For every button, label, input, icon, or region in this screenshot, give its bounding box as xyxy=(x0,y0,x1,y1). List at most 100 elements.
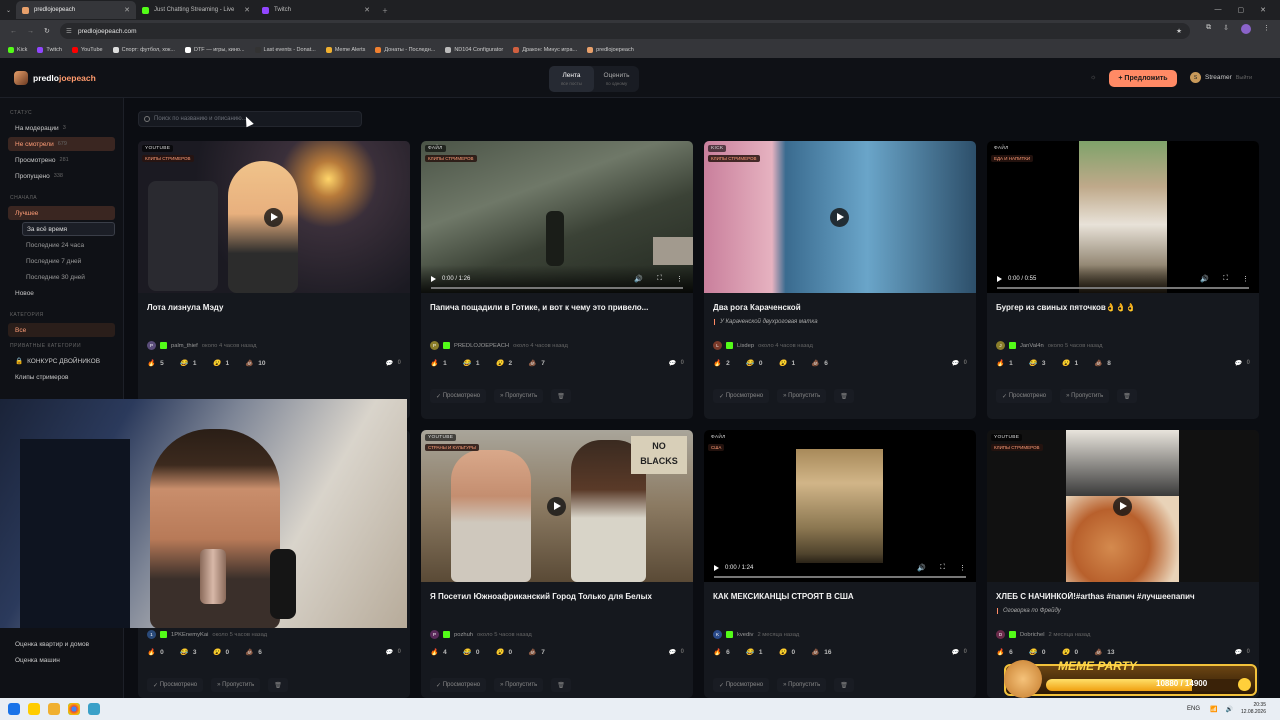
comments-button[interactable]: 💬 0 xyxy=(385,649,401,656)
forward-icon[interactable]: → xyxy=(27,28,34,35)
reaction-wow-button[interactable]: 😮 1 xyxy=(778,359,795,368)
play-icon[interactable] xyxy=(997,276,1002,282)
bookmark-item[interactable]: Дракон: Минус игра... xyxy=(513,47,577,53)
skip-button[interactable]: » Пропустить xyxy=(494,389,544,403)
wifi-icon[interactable]: 📶 xyxy=(1210,706,1217,713)
window-close-icon[interactable]: ✕ xyxy=(1260,6,1266,14)
period-7d[interactable]: Последние 7 дней xyxy=(22,254,115,268)
reaction-fire-button[interactable]: 🔥 1 xyxy=(430,359,447,368)
mark-watched-button[interactable]: ✓ Просмотрено xyxy=(147,678,204,692)
trash-icon[interactable]: 🗑 xyxy=(551,389,571,403)
site-info-icon[interactable]: ☰ xyxy=(66,27,72,35)
post-card[interactable]: KICK КЛИПЫ СТРИМЕРОВ Два рога Караченско… xyxy=(704,141,976,419)
reaction-laugh-button[interactable]: 😂 3 xyxy=(180,648,197,657)
trash-icon[interactable]: 🗑 xyxy=(1117,389,1137,403)
reaction-poop-button[interactable]: 💩 13 xyxy=(1094,648,1114,657)
reaction-fire-button[interactable]: 🔥 6 xyxy=(713,648,730,657)
author-name[interactable]: palm_thief xyxy=(171,343,198,349)
browser-menu-icon[interactable]: ⋮ xyxy=(1263,24,1270,34)
maximize-icon[interactable]: ▢ xyxy=(1238,6,1245,14)
category-contest[interactable]: 🔒 КОНКУРС ДВОЙНИКОВ xyxy=(8,354,115,368)
windows-start-icon[interactable] xyxy=(8,703,20,715)
post-title[interactable]: ХЛЕБ С НАЧИНКОЙ!#arthas #папич #лучшеепа… xyxy=(996,592,1251,601)
comments-button[interactable]: 💬 0 xyxy=(1234,649,1250,656)
author-name[interactable]: 1PKEnemyKai xyxy=(171,632,208,638)
video-thumbnail[interactable]: YOUTUBE КЛИПЫ СТРИМЕРОВ xyxy=(987,430,1259,582)
video-thumbnail[interactable]: YOUTUBE КЛИПЫ СТРИМЕРОВ xyxy=(138,141,410,293)
reaction-wow-button[interactable]: 😮 1 xyxy=(212,359,229,368)
author-name[interactable]: Dobrichel xyxy=(1020,632,1045,638)
bookmark-item[interactable]: DTF — игры, кино... xyxy=(184,47,245,53)
video-player[interactable]: ФАЙЛ США 0:00 / 1:24 🔊 ⛶ ⋮ xyxy=(704,430,976,582)
reaction-wow-button[interactable]: 😮 0 xyxy=(1061,648,1078,657)
comments-button[interactable]: 💬 0 xyxy=(951,360,967,367)
reaction-wow-button[interactable]: 😮 0 xyxy=(778,648,795,657)
sidebar-item-best[interactable]: Лучшее xyxy=(8,206,115,220)
bookmark-item[interactable]: Kick xyxy=(8,47,27,53)
video-player[interactable]: ФАЙЛ КЛИПЫ СТРИМЕРОВ 0:00 / 1:26 🔊 ⛶ ⋮ xyxy=(421,141,693,293)
post-title[interactable]: КАК МЕКСИКАНЦЫ СТРОЯТ В США xyxy=(713,592,968,601)
post-title[interactable]: Папича пощадили в Готике, и вот к чему э… xyxy=(430,303,685,312)
reaction-poop-button[interactable]: 💩 8 xyxy=(1094,359,1111,368)
trash-icon[interactable]: 🗑 xyxy=(551,678,571,692)
comments-button[interactable]: 💬 0 xyxy=(1234,360,1250,367)
close-tab-icon[interactable]: ✕ xyxy=(244,6,250,14)
author-name[interactable]: kvediv xyxy=(737,632,753,638)
browser-tab-2[interactable]: Just Chatting Streaming - Live ✕ xyxy=(136,1,256,19)
reaction-fire-button[interactable]: 🔥 5 xyxy=(147,359,164,368)
site-logo[interactable]: predlojoepeach xyxy=(14,71,96,85)
category-cars[interactable]: Оценка машин xyxy=(8,653,116,667)
yandex-icon[interactable] xyxy=(28,703,40,715)
category-all[interactable]: Все xyxy=(8,323,115,337)
more-icon[interactable]: ⋮ xyxy=(676,275,683,283)
language-indicator[interactable]: ENG xyxy=(1187,706,1200,712)
author-name[interactable]: pozhuh xyxy=(454,632,473,638)
sidebar-item-moderation[interactable]: На модерации 3 xyxy=(8,121,115,135)
reaction-fire-button[interactable]: 🔥 2 xyxy=(713,359,730,368)
sidebar-item-unwatched[interactable]: Не смотрели 679 xyxy=(8,137,115,151)
play-icon[interactable] xyxy=(714,565,719,571)
reaction-laugh-button[interactable]: 😂 1 xyxy=(746,648,763,657)
bookmark-item[interactable]: ND104 Configurator xyxy=(445,47,503,53)
sidebar-item-skipped[interactable]: Пропущено 338 xyxy=(8,169,115,183)
mark-watched-button[interactable]: ✓ Просмотрено xyxy=(713,389,770,403)
url-field[interactable]: ☰ predlojoepeach.com ★ xyxy=(60,23,1190,39)
reaction-fire-button[interactable]: 🔥 4 xyxy=(430,648,447,657)
reaction-laugh-button[interactable]: 😂 1 xyxy=(180,359,197,368)
skip-button[interactable]: » Пропустить xyxy=(777,389,827,403)
minimize-icon[interactable]: — xyxy=(1215,6,1222,14)
bookmark-item[interactable]: Last events - Donat... xyxy=(254,47,316,53)
skip-button[interactable]: » Пропустить xyxy=(494,678,544,692)
post-card[interactable]: YOUTUBE КЛИПЫ СТРИМЕРОВ Лота лизнула Мэд… xyxy=(138,141,410,419)
downloads-icon[interactable]: ⇩ xyxy=(1223,24,1229,34)
browser-tab-3[interactable]: Twitch ✕ xyxy=(256,1,376,19)
post-card[interactable]: ФАЙЛ США 0:00 / 1:24 🔊 ⛶ ⋮ КАК МЕКСИКАНЦЫ С… xyxy=(704,430,976,698)
period-30d[interactable]: Последние 30 дней xyxy=(22,270,115,284)
video-player[interactable]: ФАЙЛ ЕДА И НАПИТКИ 0:00 / 0:55 🔊 ⛶ ⋮ xyxy=(987,141,1259,293)
skip-button[interactable]: » Пропустить xyxy=(211,678,261,692)
reaction-poop-button[interactable]: 💩 7 xyxy=(528,359,545,368)
tab-menu-icon[interactable]: ⌄ xyxy=(0,1,12,19)
bookmark-star-icon[interactable]: ★ xyxy=(1176,27,1182,35)
period-all-time[interactable]: За всё время xyxy=(22,222,115,236)
comments-button[interactable]: 💬 0 xyxy=(385,360,401,367)
close-tab-icon[interactable]: ✕ xyxy=(364,6,370,14)
fullscreen-icon[interactable]: ⛶ xyxy=(657,275,662,283)
period-24h[interactable]: Последние 24 часа xyxy=(22,238,115,252)
reaction-laugh-button[interactable]: 😂 0 xyxy=(746,359,763,368)
more-icon[interactable]: ⋮ xyxy=(959,564,966,572)
post-card[interactable]: YOUTUBE КЛИПЫ СТРИМЕРОВ ХЛЕБ С НАЧИНКОЙ!… xyxy=(987,430,1259,698)
video-thumbnail[interactable]: KICK КЛИПЫ СТРИМЕРОВ xyxy=(704,141,976,293)
app-icon[interactable] xyxy=(88,703,100,715)
close-tab-icon[interactable]: ✕ xyxy=(124,6,130,14)
browser-tab-1[interactable]: predlojoepeach ✕ xyxy=(16,1,136,19)
post-card[interactable]: ФАЙЛ ЕДА И НАПИТКИ 0:00 / 0:55 🔊 ⛶ ⋮ Бургер… xyxy=(987,141,1259,419)
bookmark-item[interactable]: Twitch xyxy=(37,47,62,53)
sidebar-item-new[interactable]: Новое xyxy=(8,286,115,300)
tab-feed[interactable]: Лента все посты xyxy=(549,66,594,92)
clock[interactable]: 20:35 12.08.2026 xyxy=(1241,702,1266,716)
trash-icon[interactable]: 🗑 xyxy=(834,678,854,692)
trash-icon[interactable]: 🗑 xyxy=(834,389,854,403)
volume-icon[interactable]: 🔊 xyxy=(1200,275,1209,283)
reaction-poop-button[interactable]: 💩 16 xyxy=(811,648,831,657)
